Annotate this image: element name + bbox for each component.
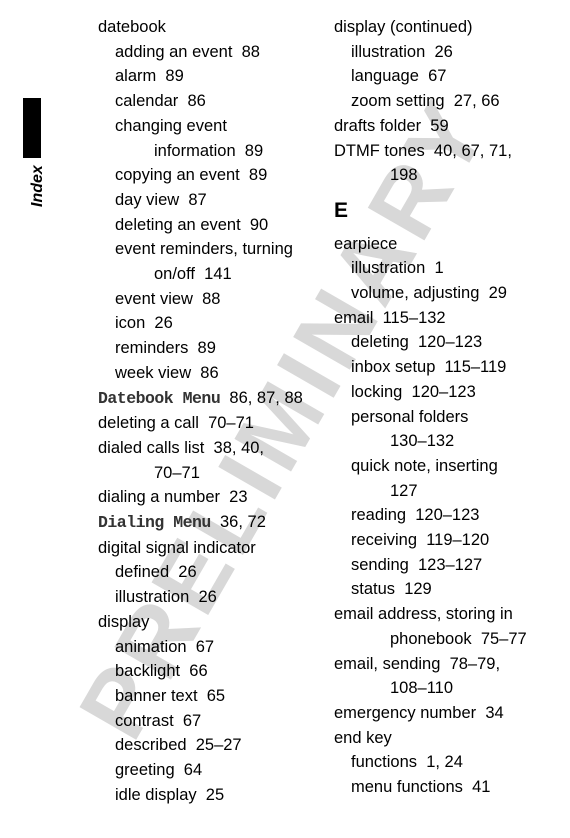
entry-email: email 115–132 (334, 306, 550, 331)
entry-email-reading: reading 120–123 (351, 503, 550, 528)
entry-display-described: described 25–27 (115, 733, 314, 758)
pages-datebook-menu: 86, 87, 88 (220, 389, 303, 407)
entry-end-menu: menu functions 41 (351, 775, 550, 800)
entry-email-locking: locking 120–123 (351, 380, 550, 405)
entry-datebook: datebook (98, 15, 314, 40)
entry-display-greeting: greeting 64 (115, 758, 314, 783)
entry-digital-signal: digital signal indicator (98, 536, 314, 561)
entry-earpiece: earpiece (334, 232, 550, 257)
entry-display-contrast: contrast 67 (115, 709, 314, 734)
entry-email-inbox: inbox setup 115–119 (351, 355, 550, 380)
entry-dtmf2: 198 (390, 163, 550, 188)
entry-dialing-menu: Dialing Menu 36, 72 (98, 510, 314, 536)
index-columns: datebook adding an event 88 alarm 89 cal… (98, 15, 550, 808)
entry-email-quick1: quick note, inserting (351, 454, 550, 479)
entry-email-quick2: 127 (390, 479, 550, 504)
entry-email-addr1: email address, storing in (334, 602, 550, 627)
entry-dialing-number: dialing a number 23 (98, 485, 314, 510)
column-left: datebook adding an event 88 alarm 89 cal… (98, 15, 314, 808)
entry-drafts-folder: drafts folder 59 (334, 114, 550, 139)
entry-datebook-rem-on1: event reminders, turning (115, 237, 314, 262)
entry-display-illustration: illustration 26 (351, 40, 550, 65)
entry-display-animation: animation 67 (115, 635, 314, 660)
side-label-index: Index (29, 165, 47, 207)
entry-display-backlight: backlight 66 (115, 659, 314, 684)
entry-dialed-calls1: dialed calls list 38, 40, (98, 436, 314, 461)
entry-display: display (98, 610, 314, 635)
entry-display-banner: banner text 65 (115, 684, 314, 709)
entry-dtmf1: DTMF tones 40, 67, 71, (334, 139, 550, 164)
entry-email-status: status 129 (351, 577, 550, 602)
entry-datebook-day: day view 87 (115, 188, 314, 213)
entry-end-key: end key (334, 726, 550, 751)
entry-digital-illustration: illustration 26 (115, 585, 314, 610)
mono-datebook-menu: Datebook Menu (98, 389, 220, 408)
entry-email-addr2: phonebook 75–77 (390, 627, 550, 652)
entry-display-cont: display (continued) (334, 15, 550, 40)
entry-email-sending: sending 123–127 (351, 553, 550, 578)
entry-datebook-add: adding an event 88 (115, 40, 314, 65)
tab-marker (23, 98, 41, 158)
section-letter-e: E (334, 199, 550, 224)
entry-deleting-call: deleting a call 70–71 (98, 411, 314, 436)
entry-datebook-calendar: calendar 86 (115, 89, 314, 114)
entry-datebook-changing2: information 89 (154, 139, 314, 164)
entry-dialed-calls2: 70–71 (154, 461, 314, 486)
entry-email-personal2: 130–132 (390, 429, 550, 454)
mono-dialing-menu: Dialing Menu (98, 513, 211, 532)
entry-datebook-icon: icon 26 (115, 311, 314, 336)
entry-datebook-reminders: reminders 89 (115, 336, 314, 361)
pages-dialing-menu: 36, 72 (211, 513, 266, 531)
entry-email-receiving: receiving 119–120 (351, 528, 550, 553)
entry-email-personal1: personal folders (351, 405, 550, 430)
entry-end-functions: functions 1, 24 (351, 750, 550, 775)
entry-datebook-delete: deleting an event 90 (115, 213, 314, 238)
entry-email-deleting: deleting 120–123 (351, 330, 550, 355)
entry-emergency: emergency number 34 (334, 701, 550, 726)
entry-datebook-menu: Datebook Menu 86, 87, 88 (98, 386, 314, 412)
entry-display-zoom: zoom setting 27, 66 (351, 89, 550, 114)
entry-datebook-changing1: changing event (115, 114, 314, 139)
entry-display-language: language 67 (351, 64, 550, 89)
entry-digital-defined: defined 26 (115, 560, 314, 585)
entry-datebook-eventview: event view 88 (115, 287, 314, 312)
entry-earpiece-volume: volume, adjusting 29 (351, 281, 550, 306)
entry-email-send1: email, sending 78–79, (334, 652, 550, 677)
entry-datebook-week: week view 86 (115, 361, 314, 386)
entry-earpiece-illustration: illustration 1 (351, 256, 550, 281)
entry-datebook-rem-on2: on/off 141 (154, 262, 314, 287)
entry-display-idle: idle display 25 (115, 783, 314, 808)
column-right: display (continued) illustration 26 lang… (334, 15, 550, 808)
entry-datebook-copy: copying an event 89 (115, 163, 314, 188)
entry-datebook-alarm: alarm 89 (115, 64, 314, 89)
entry-email-send2: 108–110 (390, 676, 550, 701)
